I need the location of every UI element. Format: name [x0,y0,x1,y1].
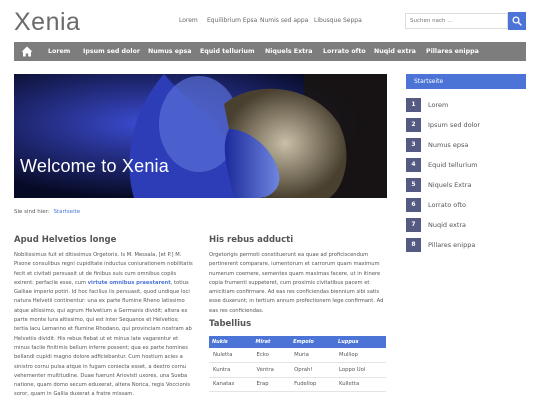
sidebar-item-label: Lorrato ofto [428,201,466,209]
toplink-lorem[interactable]: Lorem [179,17,198,24]
table-cell: Mulliop [335,348,386,363]
home-icon[interactable] [20,45,34,58]
table-row: Kuntra Ventra Oprah! Loppo Uol [209,362,386,378]
sidebar-item-number: 8 [406,238,421,252]
sidebar-item-number: 7 [406,218,421,232]
sidebar-item-label: Lorem [428,101,449,109]
table-heading: Tabellius [209,319,252,329]
inline-link[interactable]: virtute omnibus praestarent [88,280,171,286]
sidebar-item-lorem[interactable]: 1 Lorem [406,98,526,112]
nav-item-equid[interactable]: Equid tellurium [200,42,255,61]
breadcrumb-link-home[interactable]: Startseite [53,209,80,215]
breadcrumb-label: Sie sind hier: [14,209,50,215]
hero-image [14,74,387,198]
table-row: Kanatas Erap Fudellop Kulletta [209,377,386,392]
sidebar-item-number: 6 [406,198,421,212]
search-button[interactable] [508,12,526,30]
sidebar-item-label: Ipsum sed dolor [428,121,481,129]
text-segment: , totius Galliae imperio potiri. Id hoc … [14,279,192,398]
data-table: Nukis Mirat Empolo Luppus Nuletta Ecko M… [209,336,386,392]
sidebar-title[interactable]: Startseite [406,74,526,89]
sidebar-item-number: 1 [406,98,421,112]
table-cell: Ventra [252,362,291,378]
sidebar-item-number: 5 [406,178,421,192]
toplink-numis[interactable]: Numis sed appa [260,17,308,24]
sidebar-item-number: 4 [406,158,421,172]
main-nav: Lorem Ipsum sed dolor Numus epsa Equid t… [14,42,526,61]
nav-item-lorrato[interactable]: Lorrato ofto [323,42,366,61]
sidebar-item-label: Pillares enippa [428,241,476,249]
sidebar-item-lorrato[interactable]: 6 Lorrato ofto [406,198,526,212]
table-cell: Oprah! [290,362,336,378]
search-input[interactable] [405,13,508,29]
sidebar-item-number: 3 [406,138,421,152]
sidebar-item-number: 2 [406,118,421,132]
nav-item-ipsum[interactable]: Ipsum sed dolor [83,42,140,61]
toplink-libusque[interactable]: Libusque Seppa [314,17,362,24]
table-cell: Ecko [252,348,291,363]
nav-item-nuqid[interactable]: Nuqid extra [374,42,416,61]
toplink-equilibrium[interactable]: Equilibrium Epsa [207,17,257,24]
table-header-cell: Luppus [335,336,386,348]
table-cell: Kanatas [209,377,253,392]
section-text-apud: Nobilissimus fuit et ditissimus Orgetori… [14,251,194,400]
nav-item-numus[interactable]: Numus epsa [148,42,192,61]
hero-title: Welcome to Xenia [20,156,169,176]
table-cell: Loppo Uol [335,362,386,378]
table-header-cell: Empolo [290,336,336,348]
table-header-row: Nukis Mirat Empolo Luppus [209,336,386,348]
sidebar-item-label: Niquels Extra [428,181,472,189]
breadcrumb: Sie sind hier: Startseite [14,209,80,215]
nav-item-lorem[interactable]: Lorem [48,42,70,61]
sidebar-item-label: Numus epsa [428,141,469,149]
table-cell: Fudellop [290,377,336,392]
sidebar-item-nuqid[interactable]: 7 Nuqid extra [406,218,526,232]
table-cell: Erap [252,377,291,392]
table-header-cell: Mirat [252,336,291,348]
nav-item-pillares[interactable]: Pillares enippa [426,42,479,61]
top-links: Lorem Equilibrium Epsa Numis sed appa Li… [0,17,400,29]
table-cell: Muria [290,348,336,363]
table-cell: Nuletta [209,348,253,363]
section-heading-his-rebus: His rebus adducti [209,235,294,245]
sidebar-item-numus[interactable]: 3 Numus epsa [406,138,526,152]
section-text-his-rebus: Orgetorigis permoti constituerunt ea qua… [209,252,384,314]
table-cell: Kulletta [335,377,386,392]
sidebar-item-equid[interactable]: 4 Equid tellurium [406,158,526,172]
hero-banner: Welcome to Xenia [14,74,387,198]
sidebar-item-label: Nuqid extra [428,221,467,229]
sidebar-item-niquels[interactable]: 5 Niquels Extra [406,178,526,192]
sidebar-item-pillares[interactable]: 8 Pillares enippa [406,238,526,252]
table-cell: Kuntra [209,362,253,378]
section-heading-apud: Apud Helvetios longe [14,235,117,245]
sidebar-item-ipsum[interactable]: 2 Ipsum sed dolor [406,118,526,132]
sidebar-item-label: Equid tellurium [428,161,478,169]
search-icon [512,16,522,26]
table-row: Nuletta Ecko Muria Mulliop [209,348,386,363]
nav-item-niquels[interactable]: Niquels Extra [265,42,313,61]
search-box [405,12,526,30]
table-header-cell: Nukis [209,336,253,348]
